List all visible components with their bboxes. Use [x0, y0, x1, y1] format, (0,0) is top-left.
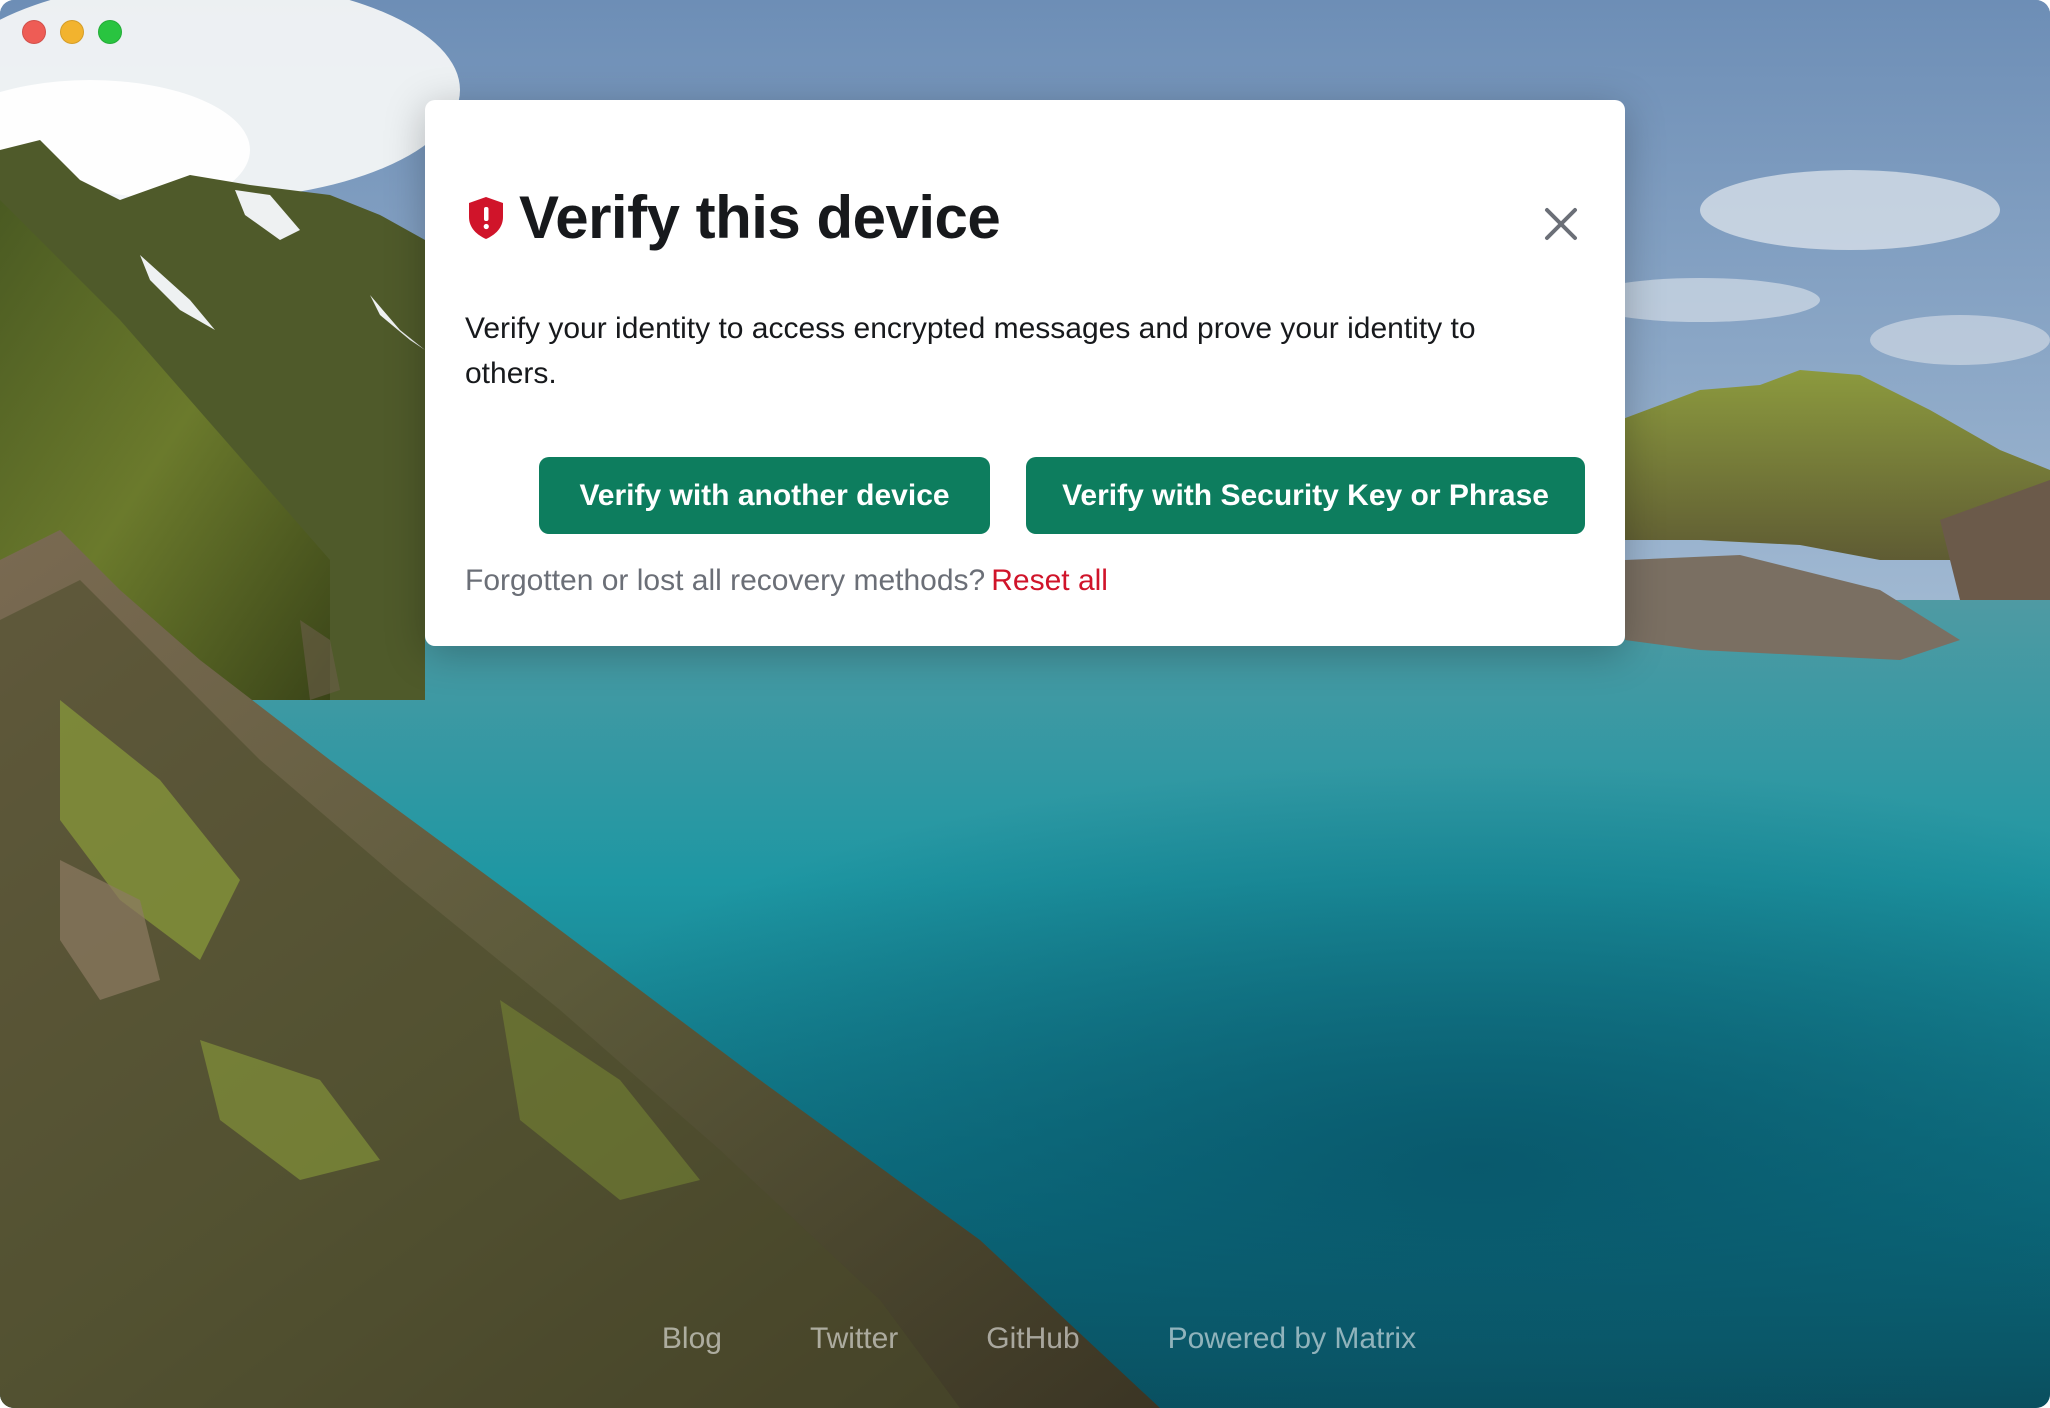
- footer-link-github[interactable]: GitHub: [942, 1322, 1123, 1356]
- verify-with-security-key-button[interactable]: Verify with Security Key or Phrase: [1026, 457, 1585, 534]
- window-close-button[interactable]: [22, 20, 46, 44]
- verify-device-dialog: Verify this device Verify your identity …: [425, 100, 1625, 646]
- close-icon: [1545, 208, 1577, 240]
- recovery-text: Forgotten or lost all recovery methods?: [465, 564, 986, 597]
- footer: Blog Twitter GitHub Powered by Matrix: [0, 1322, 2050, 1356]
- window-minimize-button[interactable]: [60, 20, 84, 44]
- app-window: Verify this device Verify your identity …: [0, 0, 2050, 1408]
- footer-link-powered-by-matrix[interactable]: Powered by Matrix: [1124, 1322, 1460, 1356]
- window-controls: [22, 20, 122, 44]
- shield-alert-icon: [469, 197, 503, 239]
- verify-with-another-device-button[interactable]: Verify with another device: [539, 457, 990, 534]
- window-zoom-button[interactable]: [98, 20, 122, 44]
- footer-link-blog[interactable]: Blog: [618, 1322, 766, 1356]
- dialog-description: Verify your identity to access encrypted…: [465, 312, 1476, 390]
- reset-all-link[interactable]: Reset all: [991, 564, 1108, 597]
- footer-link-twitter[interactable]: Twitter: [766, 1322, 942, 1356]
- dialog-title: Verify this device: [519, 184, 1001, 251]
- dialog-header: Verify this device: [467, 184, 1001, 251]
- close-dialog-button[interactable]: [1539, 202, 1583, 246]
- recovery-prompt: Forgotten or lost all recovery methods? R…: [465, 564, 1108, 598]
